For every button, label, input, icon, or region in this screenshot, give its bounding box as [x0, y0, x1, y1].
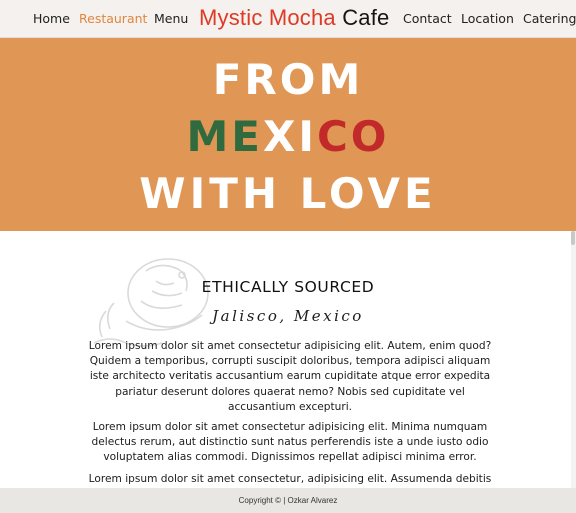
- hero-word-white: XI: [262, 112, 317, 161]
- hero-line-3: WITH LOVE: [139, 169, 437, 218]
- nav-link-contact[interactable]: Contact: [403, 11, 452, 26]
- nav-link-catering[interactable]: Catering: [523, 11, 576, 26]
- section-title: ETHICALLY SOURCED: [201, 278, 375, 296]
- section-subtitle: Jalisco, Mexico: [212, 307, 364, 325]
- nav-link-restaurant[interactable]: Restaurant: [79, 11, 147, 26]
- hero-word-green: ME: [186, 112, 263, 161]
- mexican-eagle-emblem-icon: [93, 258, 209, 347]
- scrollbar-thumb[interactable]: [571, 231, 575, 245]
- paragraph-3: Lorem ipsum dolor sit amet consectetur, …: [88, 473, 492, 485]
- paragraph-1: Lorem ipsum dolor sit amet consectetur a…: [88, 340, 492, 413]
- hero-line-2: MEXICO: [0, 112, 576, 161]
- hero-banner: FROM MEXICO WITH LOVE: [0, 38, 576, 231]
- hero-word-red: CO: [316, 112, 390, 161]
- brand-logo[interactable]: Mystic Mocha Cafe: [199, 5, 389, 31]
- footer: Copyright © | Ozkar Alvarez: [0, 488, 576, 513]
- paragraph-2: Lorem ipsum dolor sit amet consectetur a…: [91, 421, 489, 464]
- brand-name-primary: Mystic Mocha: [199, 5, 336, 30]
- nav-link-menu[interactable]: Menu: [154, 11, 188, 26]
- footer-copyright: Copyright © | Ozkar Alvarez: [238, 496, 338, 505]
- top-nav: Home Restaurant Menu Mystic Mocha Cafe C…: [0, 0, 576, 38]
- nav-link-location[interactable]: Location: [461, 11, 514, 26]
- brand-name-secondary: Cafe: [342, 5, 390, 30]
- scrollbar-track[interactable]: [571, 231, 576, 488]
- nav-link-home[interactable]: Home: [33, 11, 70, 26]
- main-content: ETHICALLY SOURCED Jalisco, Mexico Lorem …: [0, 231, 576, 488]
- hero-line-1: FROM: [212, 55, 364, 104]
